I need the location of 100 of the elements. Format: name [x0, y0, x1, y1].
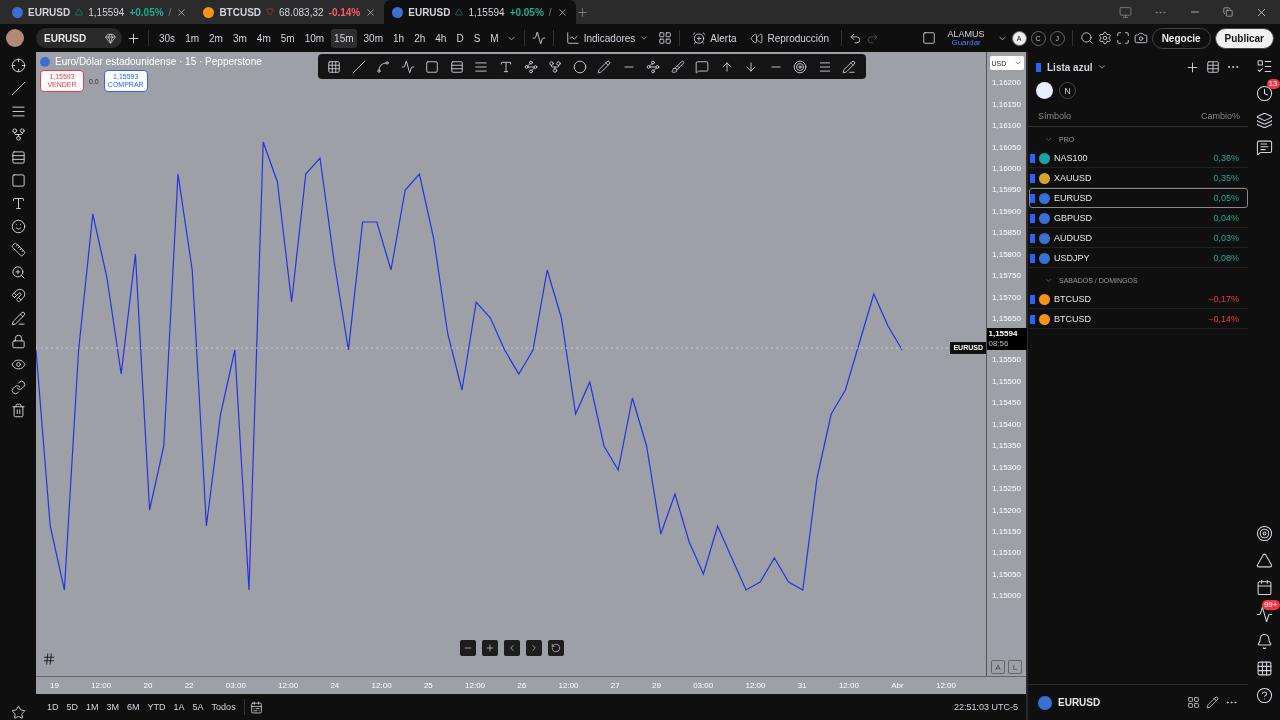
browser-tab[interactable]: BTCUSD 68.083,32 -0.14% [195, 0, 385, 24]
watchlist-row[interactable]: EURUSD 0,05% [1029, 188, 1248, 208]
rectangle-icon[interactable] [425, 59, 440, 74]
magnet-icon[interactable] [10, 288, 26, 303]
interval-button[interactable]: 10m [301, 28, 328, 48]
column-header[interactable]: Cambio% [1201, 111, 1240, 121]
star-icon[interactable] [10, 705, 26, 720]
close-icon[interactable] [176, 6, 188, 18]
camera-icon[interactable] [1133, 31, 1148, 45]
interval-button[interactable]: 1h [390, 28, 408, 48]
zoom-in-button[interactable] [482, 640, 498, 656]
zigzag-icon[interactable] [400, 59, 415, 74]
watchlist-row[interactable]: NAS100 0,36% [1029, 148, 1248, 168]
scroll-right-button[interactable] [526, 640, 542, 656]
triangle-icon[interactable] [1255, 552, 1273, 569]
calendar-icon[interactable] [249, 700, 263, 714]
avatar[interactable] [6, 29, 24, 47]
restore-icon[interactable] [1223, 7, 1233, 17]
square-icon[interactable] [921, 31, 936, 45]
add-icon[interactable] [126, 30, 141, 46]
scroll-left-button[interactable] [504, 640, 520, 656]
interval-button[interactable]: 30m [360, 28, 386, 48]
layout-name[interactable]: ALAMUS [947, 29, 985, 39]
smile-icon[interactable] [10, 219, 26, 234]
pencil-icon[interactable] [842, 59, 857, 74]
column-header[interactable]: Símbolo [1038, 111, 1072, 121]
apps-icon[interactable] [1255, 660, 1273, 677]
range-button[interactable]: 3M [103, 700, 123, 714]
rectangle-icon[interactable] [10, 173, 26, 188]
lines-icon[interactable] [449, 59, 464, 74]
range-button[interactable]: 5D [63, 700, 82, 714]
watchlist-row[interactable]: USDJPY 0,08% [1029, 248, 1248, 268]
line-icon[interactable] [10, 81, 26, 96]
lock-icon[interactable] [10, 334, 26, 349]
watchlist-row[interactable]: XAUUSD 0,35% [1029, 168, 1248, 188]
watchlist-title[interactable]: Lista azul [1047, 61, 1107, 73]
range-button[interactable]: 1M [83, 700, 102, 714]
symbol-search-field[interactable]: EURUSD [36, 28, 122, 48]
interval-button[interactable]: 15m [331, 28, 357, 48]
alert-button[interactable]: Alerta [687, 28, 742, 48]
interval-button[interactable]: 5m [277, 28, 298, 48]
range-button[interactable]: 1A [170, 700, 188, 714]
text-icon[interactable] [10, 196, 26, 211]
signal-icon[interactable] [1255, 606, 1273, 623]
text-icon[interactable] [499, 59, 513, 74]
brush-icon[interactable] [670, 59, 685, 74]
link-icon[interactable] [10, 380, 26, 395]
help-icon[interactable] [1255, 687, 1273, 704]
lines-icon[interactable] [10, 150, 26, 165]
path-icon[interactable] [646, 59, 661, 74]
search-icon[interactable] [1079, 31, 1094, 45]
menu-icon[interactable] [817, 59, 832, 74]
close-icon[interactable] [365, 6, 377, 18]
undo-icon[interactable] [849, 31, 863, 45]
grid-icon[interactable] [327, 59, 342, 74]
range-button[interactable]: 5A [189, 700, 207, 714]
zoom-in-icon[interactable] [10, 265, 26, 280]
close-icon[interactable] [556, 6, 568, 18]
interval-button[interactable]: 4m [253, 28, 274, 48]
curve-icon[interactable] [376, 59, 391, 74]
scale-button[interactable]: L [1008, 660, 1022, 674]
alarm-icon[interactable] [1255, 85, 1273, 102]
replay-button[interactable]: Reproducción [745, 28, 835, 48]
path-icon[interactable] [523, 59, 538, 74]
table-icon[interactable] [1206, 60, 1220, 74]
calendar-icon[interactable] [1255, 579, 1273, 596]
ellipse-icon[interactable] [572, 59, 587, 74]
interval-button[interactable]: 2h [411, 28, 429, 48]
range-button[interactable]: Todos [208, 700, 239, 714]
range-button[interactable]: 1D [44, 700, 62, 714]
eye-icon[interactable] [10, 357, 26, 372]
interval-button[interactable]: 3m [229, 28, 250, 48]
trade-button[interactable]: Negocie [1151, 27, 1211, 49]
pitchfork-icon[interactable] [548, 59, 563, 74]
comment-icon[interactable] [695, 59, 710, 74]
browser-tab[interactable]: EURUSD 1,15594 +0.05% / [384, 0, 576, 24]
lines-icon[interactable] [10, 104, 26, 119]
indicators-button[interactable]: Indicadores [560, 28, 655, 48]
crosshair-icon[interactable] [10, 58, 26, 73]
grid-icon[interactable] [1187, 696, 1200, 709]
interval-button[interactable]: 30s [156, 28, 179, 48]
watchlist-row[interactable]: AUDUSD 0,03% [1029, 228, 1248, 248]
interval-button[interactable]: 4h [432, 28, 450, 48]
interval-button[interactable]: 1m [182, 28, 203, 48]
scale-button[interactable]: A [991, 660, 1005, 674]
watchlist-row[interactable]: BTCUSD −0,17% [1029, 289, 1248, 309]
bell-icon[interactable] [1255, 633, 1273, 650]
interval-button[interactable]: 2m [206, 28, 226, 48]
watchlist-row[interactable]: GBPUSD 0,04% [1029, 208, 1248, 228]
layers-icon[interactable] [1255, 112, 1273, 129]
range-button[interactable]: 6M [124, 700, 143, 714]
add-icon[interactable] [1185, 59, 1200, 75]
interval-button[interactable]: M [487, 28, 502, 48]
fullscreen-icon[interactable] [1115, 31, 1130, 45]
pencil-icon[interactable] [10, 311, 26, 326]
edit-icon[interactable] [1206, 696, 1219, 709]
range-button[interactable]: YTD [144, 700, 169, 714]
interval-button[interactable]: S [470, 28, 484, 48]
zoom-out-button[interactable] [460, 640, 476, 656]
target-icon[interactable] [1255, 525, 1273, 542]
